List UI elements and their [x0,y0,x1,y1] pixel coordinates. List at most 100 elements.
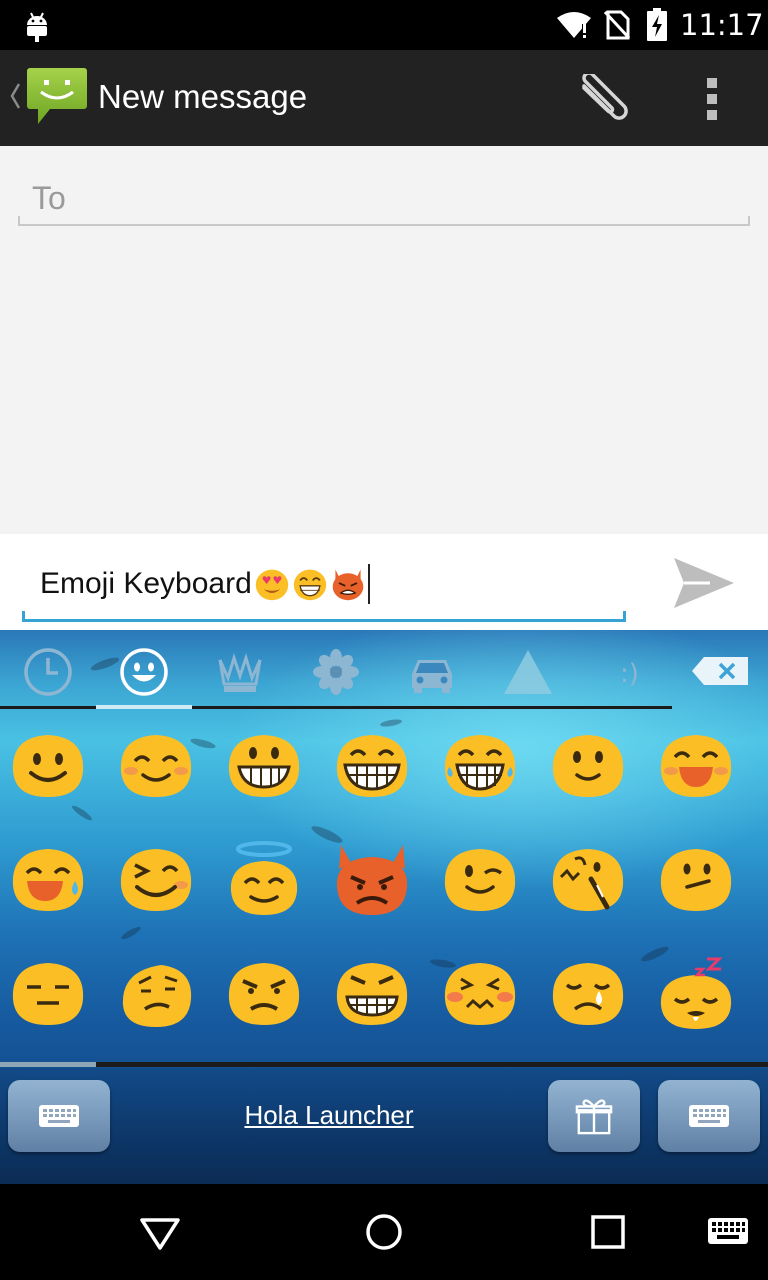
back-icon[interactable] [136,1208,184,1256]
emoji-key[interactable] [216,836,312,926]
emoji-key[interactable] [648,722,744,812]
emoji-key[interactable] [540,722,636,812]
emoji-key[interactable] [216,950,312,1040]
scared-bite-emoji [552,849,624,911]
laughing-blush-emoji [660,735,732,797]
page-indicator [0,1062,96,1067]
message-text: Emoji Keyboard [40,567,252,600]
flower-icon [313,649,359,695]
angel-emoji [230,841,298,915]
message-bar: Emoji Keyboard [0,534,768,630]
keyboard-switch-icon[interactable] [704,1208,752,1256]
tab-recent[interactable] [0,640,96,704]
action-bar: New message [0,50,768,146]
persevere-emoji [444,963,516,1025]
send-button[interactable] [670,552,738,614]
grimace-angry-emoji [336,963,408,1025]
emoji-key[interactable] [432,950,528,1040]
keyboard-icon [39,1105,79,1127]
back-chevron-icon[interactable] [8,82,22,110]
svg-text::): :) [620,659,639,689]
smiley-icon [120,648,168,696]
to-input[interactable] [32,176,732,220]
emoticon-icon: :) [620,659,639,689]
blush-emoji [120,735,192,797]
emoji-key[interactable] [432,722,528,812]
grin-wide-emoji [336,735,408,797]
wifi-icon [557,12,591,38]
text-cursor [367,564,370,604]
angry-emoji [228,963,300,1025]
emoji-key[interactable] [0,950,96,1040]
slight-frown-neutral-emoji [660,849,732,911]
message-input[interactable]: Emoji Keyboard [22,560,626,622]
emoji-key[interactable] [540,836,636,926]
sleepy-emoji [660,957,732,1029]
gift-icon [575,1099,613,1135]
devil-emoji [332,569,364,601]
devil-emoji [336,845,408,915]
triangle-icon [504,650,552,694]
home-icon[interactable] [360,1208,408,1256]
emoji-keyboard: :) Hola Launcher [0,630,768,1184]
navigation-bar [0,1184,768,1280]
emoji-key[interactable] [0,722,96,812]
attach-icon[interactable] [570,74,630,124]
recent-icon [24,648,72,696]
recipient-field[interactable] [18,168,750,226]
hola-launcher-link[interactable]: Hola Launcher [200,1100,458,1131]
emoji-key[interactable] [540,950,636,1040]
sweat-smile-emoji [12,849,84,911]
crown-icon [218,653,262,692]
android-icon [27,12,47,42]
tab-smileys[interactable] [96,640,192,704]
status-bar: 11:17 [0,0,768,50]
overflow-menu-icon[interactable] [700,74,724,124]
emoji-key[interactable] [324,722,420,812]
sad-tear-emoji [552,963,624,1025]
emoji-key[interactable] [108,950,204,1040]
tab-symbols[interactable] [480,640,576,704]
wink-laugh-emoji [120,849,192,911]
tab-nature[interactable] [288,640,384,704]
tab-objects[interactable] [192,640,288,704]
laughing-emoji [293,569,326,601]
joy-emoji [444,735,516,797]
emoji-key[interactable] [0,836,96,926]
keyboard-icon [689,1105,729,1127]
emoji-key[interactable] [324,836,420,926]
emoji-key[interactable] [216,722,312,812]
backspace-icon[interactable] [690,656,750,686]
keyboard-bottom-row: Hola Launcher [0,1068,768,1184]
switch-keyboard-button[interactable] [8,1080,110,1152]
no-sim-icon [604,10,630,40]
recents-icon[interactable] [584,1208,632,1256]
emoji-key[interactable] [108,722,204,812]
page-title: New message [98,78,308,115]
emoji-category-bar: :) [0,630,768,710]
expressionless-emoji [12,963,84,1025]
wink-emoji [444,849,516,911]
emoji-key[interactable] [108,836,204,926]
active-category-indicator [96,705,192,709]
compose-area [0,146,768,534]
confused-emoji [122,965,192,1027]
tab-travel[interactable] [384,640,480,704]
emoji-key[interactable] [648,950,744,1040]
clock: 11:17 [680,8,764,42]
emoji-key[interactable] [432,836,528,926]
tab-emoticons[interactable]: :) [576,640,672,704]
emoji-key[interactable] [324,950,420,1040]
messaging-app-icon[interactable] [26,66,88,128]
slight-smile-emoji [552,735,624,797]
keyboard-settings-button[interactable] [658,1080,760,1152]
smile-emoji [12,735,84,797]
emoji-key[interactable] [648,836,744,926]
battery-charging-icon [647,8,667,41]
heart-eyes-emoji [255,569,288,601]
car-icon [412,660,452,693]
gift-button[interactable] [548,1080,640,1152]
grin-emoji [228,735,300,797]
page-indicator-track [0,1062,768,1067]
emoji-grid [0,714,768,1060]
